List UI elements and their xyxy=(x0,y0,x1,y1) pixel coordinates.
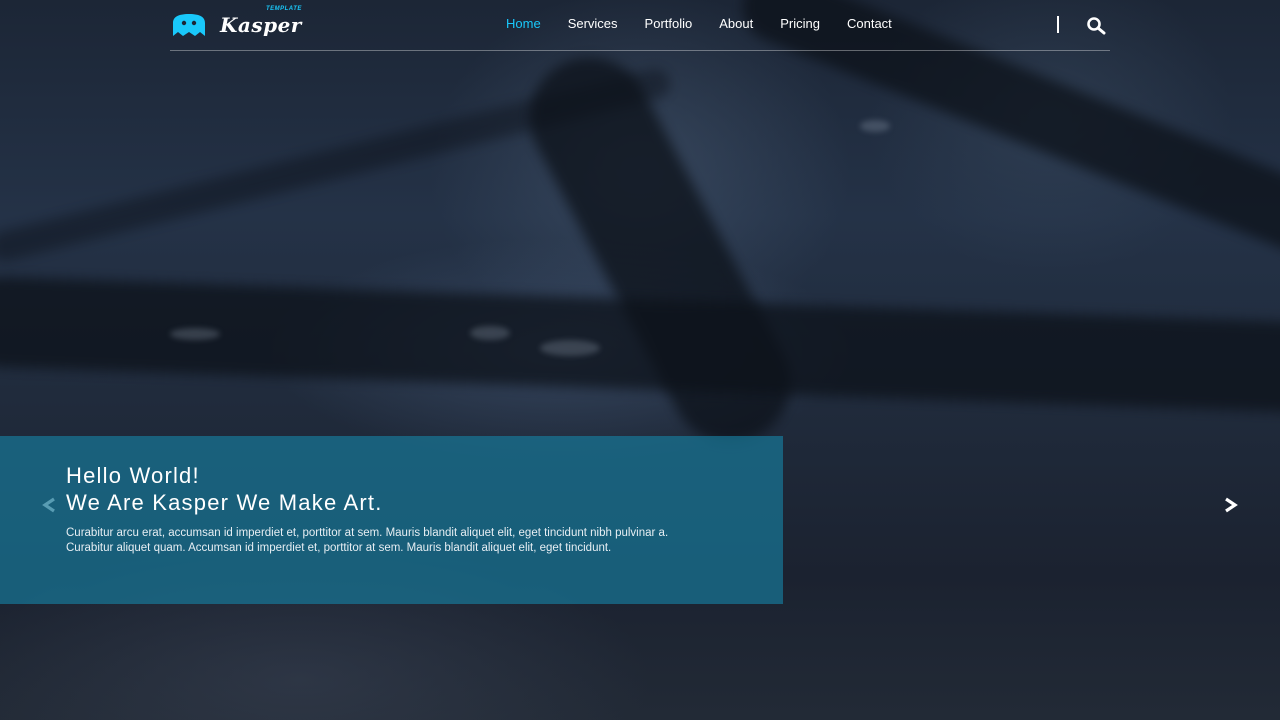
hero-section: Kasper TEMPLATE Home Services Portfolio … xyxy=(0,0,1280,720)
ghost-logo-icon xyxy=(173,14,205,36)
nav-item-about[interactable]: About xyxy=(719,16,753,31)
logo[interactable]: Kasper TEMPLATE xyxy=(170,6,302,38)
main-menu: Home Services Portfolio About Pricing Co… xyxy=(506,16,919,31)
navbar: Kasper TEMPLATE Home Services Portfolio … xyxy=(170,0,1110,51)
background-highlight xyxy=(540,340,600,356)
background-highlight xyxy=(470,326,510,340)
next-slide-button[interactable] xyxy=(1218,493,1242,517)
logo-tagline: TEMPLATE xyxy=(265,6,302,12)
search-button[interactable] xyxy=(1083,16,1111,36)
nav-item-contact[interactable]: Contact xyxy=(847,16,892,31)
background-highlight xyxy=(860,120,890,132)
slide-title-line-1: Hello World! xyxy=(66,463,200,488)
nav-divider xyxy=(1057,16,1059,33)
logo-name: Kasper xyxy=(220,13,302,37)
slide-caption-box: Hello World! We Are Kasper We Make Art. … xyxy=(0,436,783,604)
slide-title-line-2: We Are Kasper We Make Art. xyxy=(66,490,383,515)
nav-item-pricing[interactable]: Pricing xyxy=(780,16,820,31)
nav-item-portfolio[interactable]: Portfolio xyxy=(645,16,693,31)
background-highlight xyxy=(170,328,220,340)
background-branch xyxy=(508,36,812,464)
slide-description: Curabitur arcu erat, accumsan id imperdi… xyxy=(66,527,669,554)
slide-title: Hello World! We Are Kasper We Make Art. xyxy=(66,462,783,516)
chevron-right-icon xyxy=(1225,497,1238,513)
nav-item-home[interactable]: Home xyxy=(506,16,541,31)
logo-text: Kasper TEMPLATE xyxy=(220,6,302,37)
nav-item-services[interactable]: Services xyxy=(568,16,618,31)
search-icon xyxy=(1087,17,1106,35)
